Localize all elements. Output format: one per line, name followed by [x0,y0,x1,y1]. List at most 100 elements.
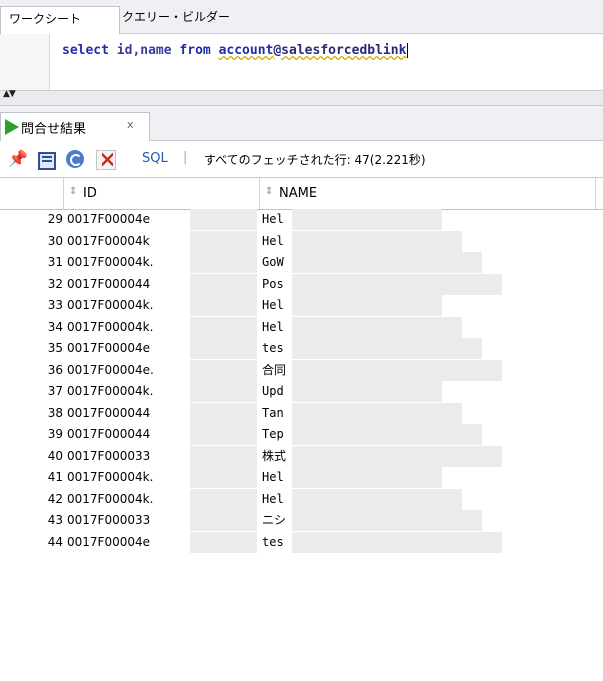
row-number-header [0,178,64,209]
redacted-block [190,531,257,553]
redacted-block [292,316,462,338]
table-row[interactable]: 31 0017F00004k. GoW [0,252,603,273]
print-icon[interactable] [38,152,56,170]
redacted-block [190,273,257,295]
table-row[interactable]: 29 0017F00004e Hel [0,209,603,230]
table-row[interactable]: 43 0017F000033 ニシ [0,510,603,531]
table-row[interactable]: 41 0017F00004k. Hel [0,467,603,488]
table-row[interactable]: 44 0017F00004e tes [0,531,603,553]
table-row[interactable]: 38 0017F000044 Tan [0,402,603,424]
split-divider[interactable]: ▲▼ [0,89,603,106]
row-number: 38 [47,405,63,420]
redacted-block [190,424,257,445]
redacted-block [292,359,502,381]
table-row[interactable]: 35 0017F00004e tes [0,338,603,359]
row-number: 40 [47,448,63,463]
redacted-block [292,381,442,402]
row-number: 35 [47,341,63,355]
editor-tab-bar: ワークシート クエリー・ビルダー [0,0,603,34]
redacted-block [292,338,482,359]
sql-code-line[interactable]: select id,name from account@salesforcedb… [62,43,409,58]
redacted-block [190,230,257,252]
redacted-block [292,402,462,424]
row-number: 34 [47,319,63,334]
close-icon[interactable]: x [127,118,134,131]
redacted-block [190,338,257,359]
redacted-block [292,467,442,488]
sort-icon[interactable]: ⇕ [69,186,77,197]
table-row[interactable]: 30 0017F00004k Hel [0,230,603,252]
sql-editor[interactable]: select id,name from account@salesforcedb… [0,34,603,90]
redacted-block [190,359,257,381]
row-number: 30 [47,233,63,248]
table-row[interactable]: 33 0017F00004k. Hel [0,295,603,316]
collapse-arrows-icon[interactable]: ▲▼ [3,89,16,99]
sql-dblink: @salesforcedblink [273,43,407,58]
row-number: 29 [47,212,63,226]
pin-icon[interactable]: 📌 [8,150,28,168]
redacted-block [292,445,502,467]
row-number: 42 [47,491,63,506]
row-number: 39 [47,427,63,441]
column-header-id-label: ID [83,186,97,201]
results-tab-bar: 問合せ結果 x [0,106,603,141]
redacted-block [292,230,462,252]
grid-header: ⇕ ID ⇕ NAME [0,178,603,210]
redacted-block [292,252,482,273]
redacted-block [190,316,257,338]
sort-icon[interactable]: ⇕ [265,186,273,197]
table-row[interactable]: 37 0017F00004k. Upd [0,381,603,402]
row-number: 36 [47,362,63,377]
redacted-block [190,402,257,424]
redacted-block [190,467,257,488]
redacted-block [190,488,257,510]
redacted-block [190,209,257,230]
sql-keyword-select: select [62,43,109,58]
redacted-block [190,252,257,273]
cancel-icon[interactable] [96,150,116,170]
row-number: 43 [47,513,63,527]
tab-query-builder-label: クエリー・ビルダー [122,10,231,24]
table-row[interactable]: 34 0017F00004k. Hel [0,316,603,338]
redacted-block [292,510,482,531]
redacted-block [292,295,442,316]
table-row[interactable]: 40 0017F000033 株式 [0,445,603,467]
tab-query-builder[interactable]: クエリー・ビルダー [114,7,238,27]
results-grid: ⇕ ID ⇕ NAME 29 0017F00004e Hel 30 0017F00004… [0,178,603,681]
row-number: 31 [47,255,63,269]
editor-gutter [0,34,50,90]
sql-columns: id,name [116,43,172,58]
row-number: 32 [47,276,63,291]
redacted-block [292,209,442,230]
tab-query-result[interactable]: 問合せ結果 x [0,112,150,141]
table-row[interactable]: 42 0017F00004k. Hel [0,488,603,510]
redacted-block [190,381,257,402]
redacted-block [190,510,257,531]
play-icon [5,119,19,135]
sql-button[interactable]: SQL [142,151,168,166]
table-row[interactable]: 36 0017F00004e. 合同 [0,359,603,381]
redacted-block [292,273,502,295]
redacted-block [292,531,502,553]
row-number: 41 [47,470,63,484]
tab-worksheet[interactable]: ワークシート [0,6,120,34]
sql-table: account [218,43,274,58]
redacted-block [190,295,257,316]
column-header-name-label: NAME [279,186,318,201]
row-number: 33 [47,298,63,312]
redacted-block [292,424,482,445]
row-number: 37 [47,384,63,398]
refresh-icon[interactable] [66,150,84,168]
table-row[interactable]: 39 0017F000044 Tep [0,424,603,445]
fetch-status: すべてのフェッチされた行: 47(2.221秒) [204,153,426,167]
row-number: 44 [47,534,63,549]
column-header-id[interactable]: ⇕ ID [63,178,260,209]
results-tab-label: 問合せ結果 [21,122,87,137]
table-row[interactable]: 32 0017F000044 Pos [0,273,603,295]
column-header-name[interactable]: ⇕ NAME [259,178,596,209]
results-toolbar: 📌 SQL | すべてのフェッチされた行: 47(2.221秒) [0,141,603,178]
redacted-block [292,488,462,510]
toolbar-separator: | [183,150,188,165]
sql-keyword-from: from [179,43,211,58]
tab-worksheet-label: ワークシート [9,12,82,26]
